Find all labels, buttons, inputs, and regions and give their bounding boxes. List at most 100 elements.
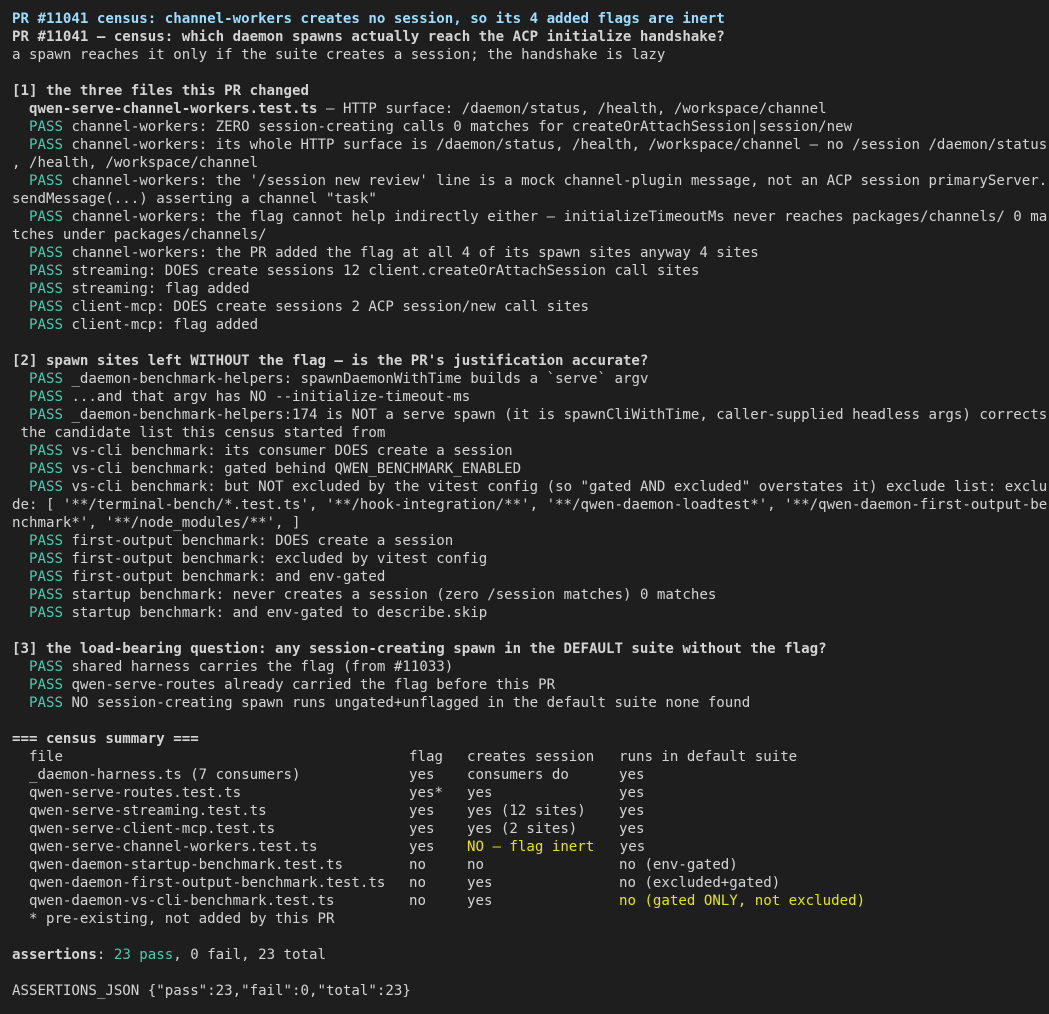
pass-badge: PASS [28,119,63,135]
summary-row: qwen-daemon-startup-benchmark.test.ts no n… [12,856,1040,874]
pass-badge: PASS [28,479,63,495]
summary-flag: no [408,893,426,909]
col-file-header: file [28,749,63,765]
section1-file-name: qwen-serve-channel-workers.test.ts [28,101,318,117]
result-continuation: de: [ '**/terminal-bench/*.test.ts', '**… [12,497,1048,513]
summary-creates-session: NO — flag inert [466,839,595,855]
summary-creates-session: consumers do [466,767,569,783]
summary-runs-default: no (env-gated) [618,857,738,873]
section2-result-row: PASS first-output benchmark: excluded by… [12,550,1040,568]
section1-heading: [1] the three files this PR changed [12,83,309,99]
section3-result-row: PASS shared harness carries the flag (fr… [12,658,1040,676]
result-text: startup benchmark: never creates a sessi… [71,587,717,603]
result-text: client-mcp: DOES create sessions 2 ACP s… [71,299,590,315]
summary-footnote-line: * pre-existing, not added by this PR [12,910,1040,928]
summary-flag: yes* [408,785,443,801]
section1-result-row: PASS channel-workers: the flag cannot he… [12,208,1047,226]
pass-badge: PASS [28,569,63,585]
summary-runs-default: yes [618,803,645,819]
intro-line: a spawn reaches it only if the suite cre… [12,47,666,63]
result-text: first-output benchmark: and env-gated [71,569,386,585]
section3-results: PASS shared harness carries the flag (fr… [12,658,1040,712]
section3-heading: [3] the load-bearing question: any sessi… [12,641,827,657]
section1-result-row: PASS streaming: DOES create sessions 12 … [12,262,1040,280]
section1-result-row: PASS channel-workers: ZERO session-creat… [12,118,1040,136]
summary-file: qwen-daemon-startup-benchmark.test.ts [28,857,343,873]
section3-result-row: PASS qwen-serve-routes already carried t… [12,676,1040,694]
result-continuation: nchmark*', '**/node_modules/**', ] [12,515,301,531]
section2-heading: [2] spawn sites left WITHOUT the flag — … [12,353,649,369]
col-runs-header: runs in default suite [618,749,798,765]
assertions-label: assertions [12,947,97,963]
subtitle-line: PR #11041 — census: which daemon spawns … [12,29,725,45]
section2-result-row: PASS ...and that argv has NO --initializ… [12,388,1040,406]
section1-result-row: PASS channel-workers: the PR added the f… [12,244,1040,262]
pass-badge: PASS [28,443,63,459]
result-text: channel-workers: the flag cannot help in… [71,209,1048,225]
section2-result-row: PASS first-output benchmark: and env-gat… [12,568,1040,586]
summary-footnote: * pre-existing, not added by this PR [28,911,335,927]
title-line: PR #11041 census: channel-workers create… [12,11,725,27]
section1-file-note: — HTTP surface: /daemon/status, /health,… [317,101,827,117]
section1-result-row: PASS streaming: flag added [12,280,1040,298]
result-text: shared harness carries the flag (from #1… [71,659,454,675]
assertions-rest: , 0 fail, 23 total [173,947,326,963]
section1-result-row: PASS client-mcp: DOES create sessions 2 … [12,298,1040,316]
summary-flag: yes [408,803,435,819]
section2-result-row: PASS vs-cli benchmark: but NOT excluded … [12,478,1047,496]
summary-runs-default: yes [618,785,645,801]
section2-results: PASS _daemon-benchmark-helpers: spawnDae… [12,370,1048,622]
result-continuation: the candidate list this census started f… [12,425,386,441]
section2-result-row: PASS startup benchmark: and env-gated to… [12,604,1040,622]
section2-result-row: PASS vs-cli benchmark: its consumer DOES… [12,442,1040,460]
summary-flag: no [408,875,426,891]
section1-result-row: PASS channel-workers: its whole HTTP sur… [12,136,1047,154]
pass-badge: PASS [28,263,63,279]
section3-result-row: PASS NO session-creating spawn runs unga… [12,694,1040,712]
section1-result-row: PASS client-mcp: flag added [12,316,1040,334]
pass-badge: PASS [28,281,63,297]
section2-result-row: PASS startup benchmark: never creates a … [12,586,1040,604]
summary-runs-default: no (excluded+gated) [618,875,781,891]
pass-badge: PASS [28,533,63,549]
result-continuation: , /health, /workspace/channel [12,155,259,171]
result-text: channel-workers: the '/session new revie… [71,173,1048,189]
summary-flag: yes [408,767,435,783]
summary-creates-session: yes [466,785,493,801]
summary-runs-default: yes [618,821,645,837]
summary-file: qwen-serve-channel-workers.test.ts [28,839,318,855]
pass-badge: PASS [28,209,63,225]
summary-flag: yes [408,821,435,837]
pass-badge: PASS [28,587,63,603]
summary-row: qwen-daemon-vs-cli-benchmark.test.ts no ye… [12,892,1040,910]
summary-runs-default: yes [619,839,646,855]
terminal-output: PR #11041 census: channel-workers create… [12,10,1048,1000]
result-text: vs-cli benchmark: its consumer DOES crea… [71,443,513,459]
summary-creates-session: yes [466,875,493,891]
summary-row: qwen-serve-client-mcp.test.ts yes yes (2 s… [12,820,1040,838]
result-text: streaming: DOES create sessions 12 clien… [71,263,700,279]
summary-creates-session: no [466,857,484,873]
result-text: channel-workers: the PR added the flag a… [71,245,759,261]
result-text: first-output benchmark: excluded by vite… [71,551,488,567]
summary-file: qwen-serve-routes.test.ts [28,785,242,801]
pass-badge: PASS [28,173,63,189]
summary-file: qwen-serve-client-mcp.test.ts [28,821,276,837]
summary-file: _daemon-harness.ts (7 consumers) [28,767,301,783]
pass-badge: PASS [28,695,63,711]
result-continuation: sendMessage(...) asserting a channel "ta… [12,191,377,207]
summary-creates-session: yes (12 sites) [466,803,586,819]
result-text: streaming: flag added [71,281,250,297]
summary-row: qwen-serve-routes.test.ts yes* yes yes [12,784,1040,802]
summary-heading: === census summary === [12,731,199,747]
result-text: vs-cli benchmark: but NOT excluded by th… [71,479,1048,495]
summary-row: _daemon-harness.ts (7 consumers) yes consu… [12,766,1040,784]
result-text: channel-workers: its whole HTTP surface … [71,137,1048,153]
summary-creates-session: yes [466,893,493,909]
pass-badge: PASS [28,605,63,621]
section2-result-row: PASS first-output benchmark: DOES create… [12,532,1040,550]
